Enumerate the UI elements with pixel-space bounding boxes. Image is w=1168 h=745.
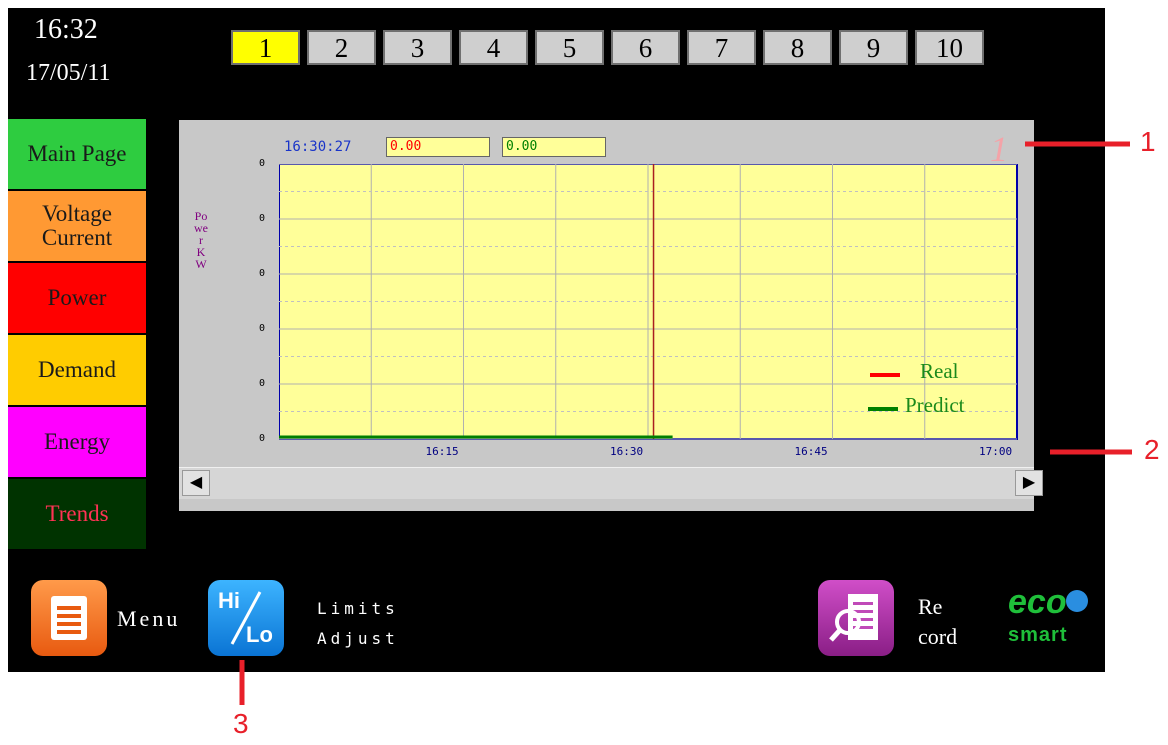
- callout-lines: [239, 141, 1132, 705]
- callout-2: 2: [1144, 434, 1160, 465]
- callout-3: 3: [233, 708, 249, 739]
- callout-1: 1: [1140, 126, 1156, 157]
